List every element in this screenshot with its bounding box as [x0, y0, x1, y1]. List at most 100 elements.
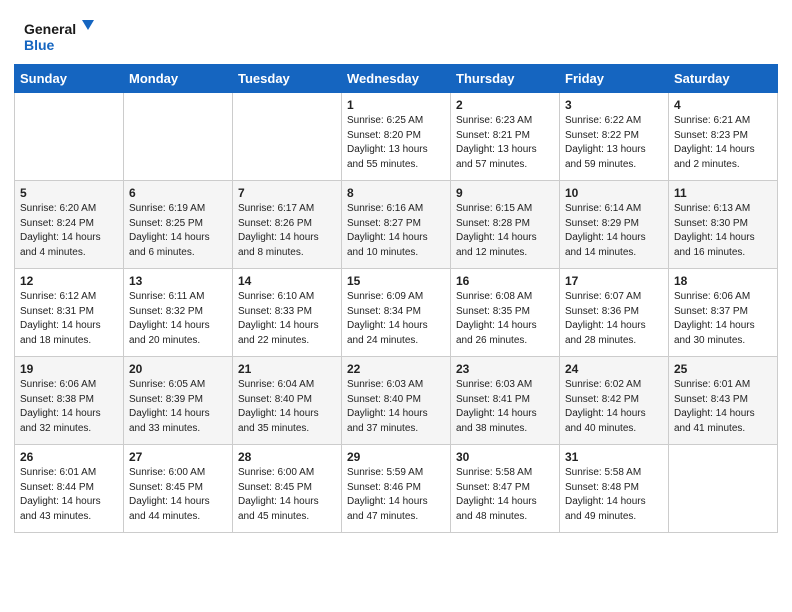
- day-number: 11: [674, 186, 772, 200]
- day-details: Sunrise: 6:21 AM Sunset: 8:23 PM Dayligh…: [674, 114, 772, 172]
- calendar-table: SundayMondayTuesdayWednesdayThursdayFrid…: [14, 64, 778, 533]
- day-number: 12: [20, 274, 118, 288]
- calendar-cell: 7Sunrise: 6:17 AM Sunset: 8:26 PM Daylig…: [233, 181, 342, 269]
- calendar-cell: 17 Sunrise: 6:07 AM Sunset: 8:36 PM Dayli…: [560, 269, 669, 357]
- day-number: 10: [565, 186, 663, 200]
- day-number: 27: [129, 450, 227, 464]
- day-number: 24: [565, 362, 663, 376]
- day-number: 31: [565, 450, 663, 464]
- day-details: Sunrise: 6:03 AM Sunset: 8:41 PM Dayligh…: [456, 378, 554, 436]
- day-details: Sunrise: 6:15 AM Sunset: 8:28 PM Dayligh…: [456, 202, 554, 260]
- day-number: 6: [129, 186, 227, 200]
- calendar-cell: [233, 93, 342, 181]
- day-details: Sunrise: 6:08 AM Sunset: 8:35 PM Dayligh…: [456, 290, 554, 348]
- calendar-cell: 26 Sunrise: 6:01 AM Sunset: 8:44 PM Dayli…: [15, 445, 124, 533]
- day-details: Sunrise: 6:02 AM Sunset: 8:42 PM Dayligh…: [565, 378, 663, 436]
- calendar-cell: 3 Sunrise: 6:22 AM Sunset: 8:22 PM Daylig…: [560, 93, 669, 181]
- day-details: Sunrise: 6:13 AM Sunset: 8:30 PM Dayligh…: [674, 202, 772, 260]
- day-number: 22: [347, 362, 445, 376]
- day-details: Sunrise: 6:05 AM Sunset: 8:39 PM Dayligh…: [129, 378, 227, 436]
- calendar-cell: 15Sunrise: 6:09 AM Sunset: 8:34 PM Dayli…: [342, 269, 451, 357]
- calendar-cell: 31 Sunrise: 5:58 AM Sunset: 8:48 PM Dayli…: [560, 445, 669, 533]
- calendar-cell: [124, 93, 233, 181]
- day-number: 21: [238, 362, 336, 376]
- day-number: 4: [674, 98, 772, 112]
- calendar-container: SundayMondayTuesdayWednesdayThursdayFrid…: [0, 64, 792, 547]
- weekday-header-monday: Monday: [124, 65, 233, 93]
- day-number: 18: [674, 274, 772, 288]
- day-details: Sunrise: 6:10 AM Sunset: 8:33 PM Dayligh…: [238, 290, 336, 348]
- day-number: 19: [20, 362, 118, 376]
- calendar-cell: 5Sunrise: 6:20 AM Sunset: 8:24 PM Daylig…: [15, 181, 124, 269]
- day-details: Sunrise: 6:03 AM Sunset: 8:40 PM Dayligh…: [347, 378, 445, 436]
- day-number: 13: [129, 274, 227, 288]
- calendar-cell: 24 Sunrise: 6:02 AM Sunset: 8:42 PM Dayli…: [560, 357, 669, 445]
- calendar-cell: 23 Sunrise: 6:03 AM Sunset: 8:41 PM Dayli…: [451, 357, 560, 445]
- day-number: 3: [565, 98, 663, 112]
- calendar-cell: 30Sunrise: 5:58 AM Sunset: 8:47 PM Dayli…: [451, 445, 560, 533]
- weekday-header-thursday: Thursday: [451, 65, 560, 93]
- day-details: Sunrise: 6:22 AM Sunset: 8:22 PM Dayligh…: [565, 114, 663, 172]
- day-details: Sunrise: 6:00 AM Sunset: 8:45 PM Dayligh…: [129, 466, 227, 524]
- day-details: Sunrise: 6:01 AM Sunset: 8:44 PM Dayligh…: [20, 466, 118, 524]
- calendar-week-4: 19 Sunrise: 6:06 AM Sunset: 8:38 PM Dayli…: [15, 357, 778, 445]
- weekday-header-friday: Friday: [560, 65, 669, 93]
- day-details: Sunrise: 6:04 AM Sunset: 8:40 PM Dayligh…: [238, 378, 336, 436]
- day-number: 28: [238, 450, 336, 464]
- day-details: Sunrise: 6:25 AM Sunset: 8:20 PM Dayligh…: [347, 114, 445, 172]
- calendar-cell: 27 Sunrise: 6:00 AM Sunset: 8:45 PM Dayli…: [124, 445, 233, 533]
- day-details: Sunrise: 6:11 AM Sunset: 8:32 PM Dayligh…: [129, 290, 227, 348]
- calendar-week-2: 5Sunrise: 6:20 AM Sunset: 8:24 PM Daylig…: [15, 181, 778, 269]
- svg-text:Blue: Blue: [24, 37, 55, 53]
- calendar-cell: 8Sunrise: 6:16 AM Sunset: 8:27 PM Daylig…: [342, 181, 451, 269]
- day-number: 20: [129, 362, 227, 376]
- day-number: 7: [238, 186, 336, 200]
- day-details: Sunrise: 6:09 AM Sunset: 8:34 PM Dayligh…: [347, 290, 445, 348]
- calendar-cell: 21 Sunrise: 6:04 AM Sunset: 8:40 PM Dayli…: [233, 357, 342, 445]
- day-number: 29: [347, 450, 445, 464]
- day-details: Sunrise: 5:58 AM Sunset: 8:48 PM Dayligh…: [565, 466, 663, 524]
- day-number: 17: [565, 274, 663, 288]
- logo-svg: GeneralBlue: [24, 18, 104, 54]
- calendar-cell: 9 Sunrise: 6:15 AM Sunset: 8:28 PM Daylig…: [451, 181, 560, 269]
- day-details: Sunrise: 6:12 AM Sunset: 8:31 PM Dayligh…: [20, 290, 118, 348]
- calendar-cell: 4 Sunrise: 6:21 AM Sunset: 8:23 PM Daylig…: [669, 93, 778, 181]
- day-details: Sunrise: 6:07 AM Sunset: 8:36 PM Dayligh…: [565, 290, 663, 348]
- weekday-header-row: SundayMondayTuesdayWednesdayThursdayFrid…: [15, 65, 778, 93]
- calendar-cell: 12 Sunrise: 6:12 AM Sunset: 8:31 PM Dayli…: [15, 269, 124, 357]
- calendar-cell: 16 Sunrise: 6:08 AM Sunset: 8:35 PM Dayli…: [451, 269, 560, 357]
- calendar-cell: 14 Sunrise: 6:10 AM Sunset: 8:33 PM Dayli…: [233, 269, 342, 357]
- day-number: 2: [456, 98, 554, 112]
- day-details: Sunrise: 6:14 AM Sunset: 8:29 PM Dayligh…: [565, 202, 663, 260]
- day-number: 8: [347, 186, 445, 200]
- calendar-cell: 1 Sunrise: 6:25 AM Sunset: 8:20 PM Daylig…: [342, 93, 451, 181]
- day-details: Sunrise: 6:23 AM Sunset: 8:21 PM Dayligh…: [456, 114, 554, 172]
- day-details: Sunrise: 6:06 AM Sunset: 8:37 PM Dayligh…: [674, 290, 772, 348]
- day-details: Sunrise: 6:20 AM Sunset: 8:24 PM Dayligh…: [20, 202, 118, 260]
- day-number: 1: [347, 98, 445, 112]
- calendar-cell: 22 Sunrise: 6:03 AM Sunset: 8:40 PM Dayli…: [342, 357, 451, 445]
- day-number: 9: [456, 186, 554, 200]
- svg-text:General: General: [24, 21, 76, 37]
- day-details: Sunrise: 6:00 AM Sunset: 8:45 PM Dayligh…: [238, 466, 336, 524]
- calendar-cell: 2 Sunrise: 6:23 AM Sunset: 8:21 PM Daylig…: [451, 93, 560, 181]
- day-details: Sunrise: 6:06 AM Sunset: 8:38 PM Dayligh…: [20, 378, 118, 436]
- day-number: 14: [238, 274, 336, 288]
- day-number: 26: [20, 450, 118, 464]
- weekday-header-wednesday: Wednesday: [342, 65, 451, 93]
- day-number: 30: [456, 450, 554, 464]
- calendar-cell: 28 Sunrise: 6:00 AM Sunset: 8:45 PM Dayli…: [233, 445, 342, 533]
- calendar-cell: 25Sunrise: 6:01 AM Sunset: 8:43 PM Dayli…: [669, 357, 778, 445]
- calendar-cell: 20 Sunrise: 6:05 AM Sunset: 8:39 PM Dayli…: [124, 357, 233, 445]
- calendar-cell: 10 Sunrise: 6:14 AM Sunset: 8:29 PM Dayli…: [560, 181, 669, 269]
- logo: GeneralBlue: [24, 18, 104, 54]
- day-number: 16: [456, 274, 554, 288]
- day-details: Sunrise: 6:01 AM Sunset: 8:43 PM Dayligh…: [674, 378, 772, 436]
- calendar-week-5: 26 Sunrise: 6:01 AM Sunset: 8:44 PM Dayli…: [15, 445, 778, 533]
- day-number: 23: [456, 362, 554, 376]
- calendar-cell: 11 Sunrise: 6:13 AM Sunset: 8:30 PM Dayli…: [669, 181, 778, 269]
- weekday-header-saturday: Saturday: [669, 65, 778, 93]
- calendar-week-1: 1 Sunrise: 6:25 AM Sunset: 8:20 PM Daylig…: [15, 93, 778, 181]
- calendar-cell: 18 Sunrise: 6:06 AM Sunset: 8:37 PM Dayli…: [669, 269, 778, 357]
- calendar-cell: 13 Sunrise: 6:11 AM Sunset: 8:32 PM Dayli…: [124, 269, 233, 357]
